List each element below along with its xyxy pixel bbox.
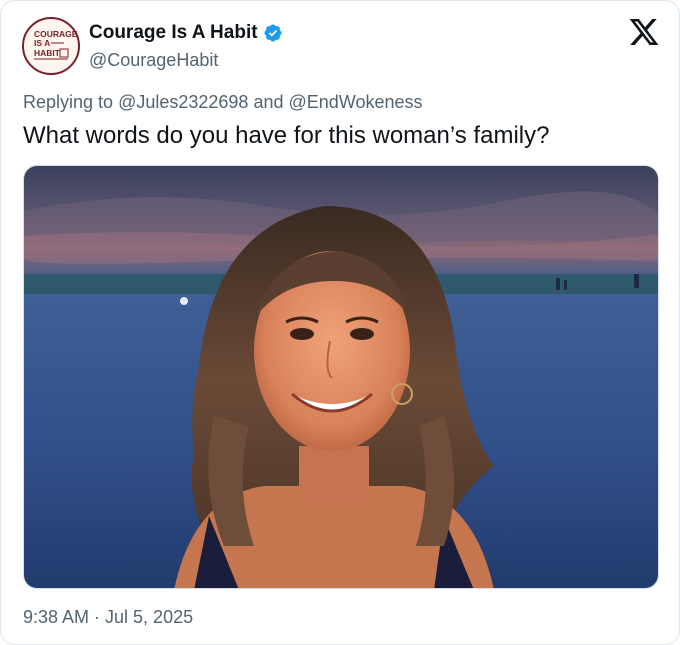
author-display-name[interactable]: Courage Is A Habit [89,22,258,44]
replying-to-line: Replying to @Jules2322698 and @EndWokene… [23,92,423,113]
svg-text:HABIT: HABIT [34,48,61,58]
author-name-row: Courage Is A Habit [89,21,283,45]
tweet-timestamp[interactable]: 9:38 AM · Jul 5, 2025 [23,607,193,628]
beach-portrait-image [24,166,658,588]
tweet-photo[interactable] [23,165,659,589]
svg-text:IS A: IS A [34,38,50,48]
author-handle[interactable]: @CourageHabit [89,50,218,71]
mention-link-endwokeness[interactable]: @EndWokeness [288,92,422,112]
tweet-text: What words do you have for this woman’s … [23,122,550,149]
x-logo-icon[interactable] [627,16,661,48]
tweet-card: COURAGE IS A HABIT Courage Is A Habit @C… [0,0,680,645]
verified-badge-icon [264,24,282,42]
author-avatar[interactable]: COURAGE IS A HABIT [22,17,80,75]
mention-link-jules[interactable]: @Jules2322698 [118,92,248,112]
courage-habit-logo-icon: COURAGE IS A HABIT [34,29,78,60]
replying-to-joiner: and [248,92,289,112]
replying-to-prefix: Replying to [23,92,119,112]
